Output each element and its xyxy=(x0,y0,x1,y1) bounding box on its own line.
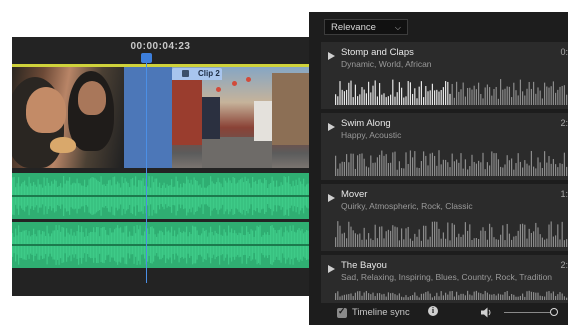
info-icon[interactable]: i xyxy=(428,306,438,316)
timeline-panel: 00:00:04:23 Clip 2 xyxy=(12,37,309,296)
track-item[interactable]: The Bayou Sad, Relaxing, Inspiring, Blue… xyxy=(321,255,568,303)
timeline-sync-label: Timeline sync xyxy=(352,307,410,318)
track-tags: Dynamic, World, African xyxy=(341,59,432,69)
selected-clip-region[interactable] xyxy=(124,67,172,168)
sort-value: Relevance xyxy=(331,22,376,33)
sort-dropdown[interactable]: Relevance ⌵ xyxy=(324,19,408,35)
music-browser-panel: Relevance ⌵ Stomp and Claps Dynamic, Wor… xyxy=(309,12,568,325)
film-icon xyxy=(182,70,189,77)
play-icon[interactable] xyxy=(328,194,335,202)
track-tags: Quirky, Atmospheric, Rock, Classic xyxy=(341,201,473,211)
playhead-handle[interactable] xyxy=(141,53,152,63)
clip-2-thumbnail[interactable] xyxy=(172,67,309,168)
track-title: The Bayou xyxy=(341,260,387,271)
checkmark-icon: ✓ xyxy=(338,306,346,316)
track-item[interactable]: Swim Along Happy, Acoustic 2: xyxy=(321,113,568,180)
track-duration: 2: xyxy=(560,118,568,128)
track-title: Mover xyxy=(341,189,368,200)
video-track xyxy=(12,67,309,168)
clip-1-thumbnail[interactable] xyxy=(12,67,124,168)
track-title: Stomp and Claps xyxy=(341,47,414,58)
volume-slider-handle[interactable] xyxy=(550,308,558,316)
track-tags: Happy, Acoustic xyxy=(341,130,402,140)
audio-track-1[interactable] xyxy=(12,173,309,219)
volume-slider-track[interactable] xyxy=(504,312,552,313)
track-item[interactable]: Stomp and Claps Dynamic, World, African … xyxy=(321,42,568,109)
track-title: Swim Along xyxy=(341,118,391,129)
timecode-display: 00:00:04:23 xyxy=(130,41,191,52)
track-duration: 1: xyxy=(560,189,568,199)
audio-track-2[interactable] xyxy=(12,222,309,268)
clip-name: Clip 2 xyxy=(198,69,220,78)
track-tags: Sad, Relaxing, Inspiring, Blues, Country… xyxy=(341,272,553,282)
play-icon[interactable] xyxy=(328,123,335,131)
track-duration: 0: xyxy=(560,47,568,57)
playhead-line xyxy=(146,57,147,283)
play-icon[interactable] xyxy=(328,52,335,60)
timeline-sync-checkbox[interactable]: ✓ xyxy=(337,306,347,318)
track-waveform[interactable] xyxy=(335,148,568,176)
music-footer: ✓ Timeline sync i xyxy=(309,303,568,325)
track-waveform[interactable] xyxy=(335,77,568,105)
clip-2-label[interactable]: Clip 2 xyxy=(172,68,222,80)
track-waveform[interactable] xyxy=(335,290,568,300)
track-duration: 2: xyxy=(560,260,568,270)
track-item[interactable]: Mover Quirky, Atmospheric, Rock, Classic… xyxy=(321,184,568,251)
track-waveform[interactable] xyxy=(335,219,568,247)
play-icon[interactable] xyxy=(328,265,335,273)
speaker-icon[interactable] xyxy=(481,307,493,318)
chevron-down-icon: ⌵ xyxy=(394,23,401,32)
